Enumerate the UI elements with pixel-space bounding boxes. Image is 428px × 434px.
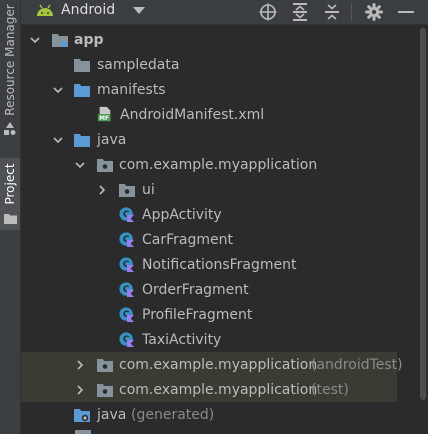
tree-label-class: NotificationsFragment bbox=[142, 256, 297, 273]
collapse-all-button[interactable] bbox=[321, 2, 343, 22]
tree-label-app: app bbox=[74, 31, 104, 48]
project-toolbar: Android bbox=[21, 0, 428, 25]
tree-label-sampledata: sampledata bbox=[97, 56, 180, 73]
tree-item-class[interactable]: C TaxiActivity bbox=[21, 327, 428, 352]
tree-item-sampledata[interactable]: sampledata bbox=[21, 52, 428, 77]
kotlin-class-icon: C bbox=[119, 282, 135, 297]
manifest-file-icon: MF bbox=[97, 106, 111, 122]
gear-icon bbox=[365, 3, 383, 21]
tree-item-class[interactable]: C CarFragment bbox=[21, 227, 428, 252]
tree-tag-android-test: (androidTest) bbox=[311, 356, 403, 373]
tree-item-android-manifest[interactable]: MF AndroidManifest.xml bbox=[21, 102, 428, 127]
package-folder-icon bbox=[97, 384, 113, 397]
chevron-down-icon[interactable] bbox=[29, 34, 41, 46]
tree-label-class: TaxiActivity bbox=[142, 331, 222, 348]
minimize-button[interactable] bbox=[395, 2, 417, 22]
tree-label-package-main: com.example.myapplication bbox=[119, 156, 318, 173]
tree-label-ui: ui bbox=[142, 181, 155, 198]
tree-label-package-test: com.example.myapplication bbox=[119, 381, 318, 398]
folder-icon bbox=[75, 430, 91, 434]
tree-item-app[interactable]: app bbox=[21, 27, 428, 52]
svg-text:MF: MF bbox=[99, 116, 109, 122]
android-icon bbox=[37, 4, 53, 16]
tree-item-package-main[interactable]: com.example.myapplication bbox=[21, 152, 428, 177]
tree-label-package-android-test: com.example.myapplication bbox=[119, 356, 318, 373]
tree-item-package-android-test[interactable]: com.example.myapplication (androidTest) bbox=[21, 352, 403, 377]
tool-window-strip: Resource Manager Project bbox=[0, 0, 21, 434]
kotlin-class-icon: C bbox=[119, 207, 135, 222]
locate-button[interactable] bbox=[257, 2, 279, 22]
kotlin-class-icon: C bbox=[119, 332, 135, 347]
tree-label-class: ProfileFragment bbox=[142, 306, 253, 323]
tree-item-class[interactable]: C ProfileFragment bbox=[21, 302, 428, 327]
resource-manager-tab[interactable]: Resource Manager bbox=[3, 4, 17, 115]
view-mode-selector[interactable]: Android bbox=[61, 2, 115, 18]
package-folder-icon bbox=[119, 184, 135, 197]
tree-item-java-generated[interactable]: java (generated) bbox=[21, 402, 428, 427]
tree-label-java-generated: java bbox=[97, 406, 127, 423]
project-tree: app sampledata manifests MF AndroidManif… bbox=[21, 27, 428, 434]
tree-item-class[interactable]: C NotificationsFragment bbox=[21, 252, 428, 277]
tree-item-package-test[interactable]: com.example.myapplication (test) bbox=[21, 377, 397, 402]
folder-icon bbox=[74, 84, 90, 97]
package-folder-icon bbox=[97, 159, 113, 172]
resource-manager-icon bbox=[4, 122, 16, 135]
chevron-right-icon[interactable] bbox=[96, 184, 108, 196]
module-folder-icon bbox=[52, 34, 68, 47]
chevron-down-icon[interactable] bbox=[74, 159, 86, 171]
project-tab[interactable]: Project bbox=[3, 163, 17, 204]
chevron-down-icon[interactable] bbox=[52, 134, 64, 146]
tree-item-manifests[interactable]: manifests bbox=[21, 77, 428, 102]
tree-label-manifests: manifests bbox=[97, 81, 166, 98]
project-folder-icon bbox=[4, 214, 17, 224]
minimize-icon bbox=[398, 11, 414, 13]
tree-tag-test: (test) bbox=[311, 381, 349, 398]
package-folder-icon bbox=[97, 359, 113, 372]
chevron-down-icon[interactable] bbox=[52, 84, 64, 96]
tree-item-class[interactable]: C OrderFragment bbox=[21, 277, 428, 302]
folder-icon bbox=[74, 59, 90, 72]
collapse-all-icon bbox=[325, 4, 339, 20]
kotlin-class-icon: C bbox=[119, 257, 135, 272]
tree-tag-generated: (generated) bbox=[131, 406, 215, 423]
kotlin-class-icon: C bbox=[119, 307, 135, 322]
source-folder-icon bbox=[74, 134, 90, 147]
tree-item-ui[interactable]: ui bbox=[21, 177, 428, 202]
tree-label-class: CarFragment bbox=[142, 231, 233, 248]
tree-item-class[interactable]: C AppActivity bbox=[21, 202, 428, 227]
generated-source-folder-icon bbox=[74, 409, 90, 422]
tree-label-android-manifest: AndroidManifest.xml bbox=[120, 106, 265, 123]
tree-item-java[interactable]: java bbox=[21, 127, 428, 152]
tree-label-class: OrderFragment bbox=[142, 281, 249, 298]
dropdown-arrow-icon[interactable] bbox=[133, 7, 145, 15]
chevron-right-icon[interactable] bbox=[74, 359, 86, 371]
kotlin-class-icon: C bbox=[119, 232, 135, 247]
tree-label-java: java bbox=[97, 131, 127, 148]
locate-icon bbox=[259, 3, 277, 21]
tree-label-class: AppActivity bbox=[142, 206, 222, 223]
expand-all-button[interactable] bbox=[289, 2, 311, 22]
chevron-right-icon[interactable] bbox=[74, 384, 86, 396]
expand-all-icon bbox=[293, 3, 307, 21]
vertical-scrollbar[interactable] bbox=[420, 28, 426, 400]
settings-button[interactable] bbox=[363, 2, 385, 22]
toolbar-divider bbox=[351, 3, 352, 21]
